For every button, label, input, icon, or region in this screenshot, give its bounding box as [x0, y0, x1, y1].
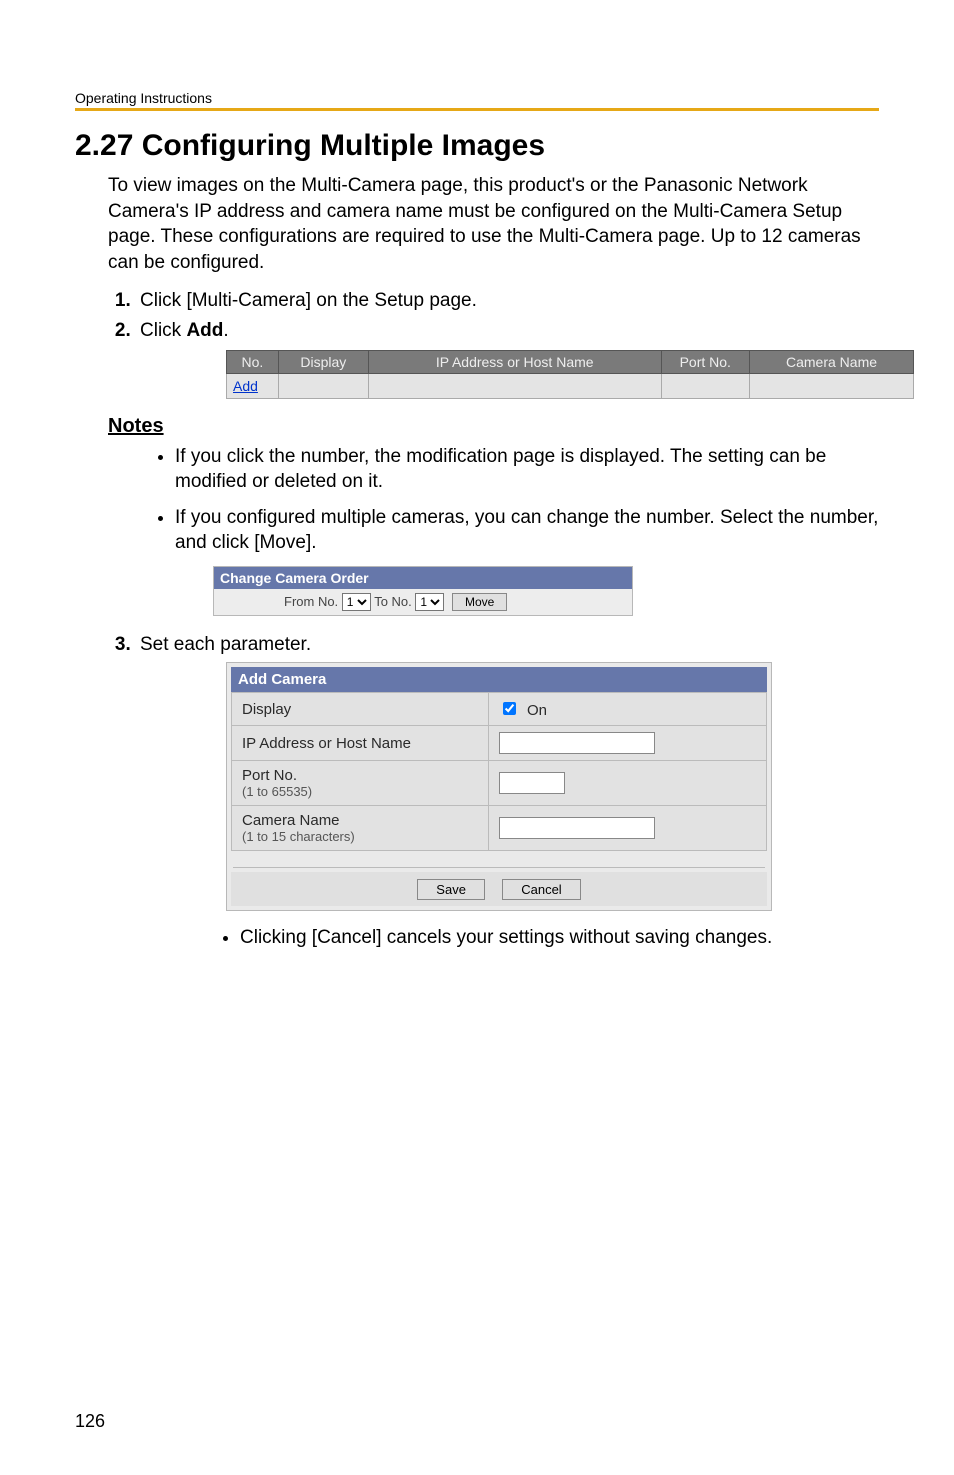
addcam-on-label: On — [527, 702, 547, 719]
step-1: Click [Multi-Camera] on the Setup page. — [136, 290, 879, 312]
step-2-suffix: . — [223, 320, 228, 341]
cancel-note: Clicking [Cancel] cancels your settings … — [240, 927, 879, 949]
add-link[interactable]: Add — [233, 378, 258, 394]
change-camera-order-panel: Change Camera Order From No. 1 To No. 1 … — [213, 566, 633, 616]
save-button[interactable]: Save — [417, 879, 485, 900]
col-no: No. — [227, 350, 279, 373]
addcam-port-label: Port No. — [242, 767, 297, 784]
addcam-port-input[interactable] — [499, 772, 565, 794]
move-button[interactable]: Move — [452, 593, 507, 611]
addcam-divider — [233, 867, 765, 868]
step-2-bold: Add — [186, 320, 223, 341]
col-address: IP Address or Host Name — [368, 350, 661, 373]
notes-heading: Notes — [108, 415, 879, 438]
addcam-addr-input[interactable] — [499, 732, 655, 754]
addcam-name-input[interactable] — [499, 817, 655, 839]
note-1: If you click the number, the modificatio… — [175, 444, 879, 495]
addcam-name-sub: (1 to 15 characters) — [242, 829, 478, 844]
section-title: 2.27 Configuring Multiple Images — [75, 129, 879, 163]
note-2: If you configured multiple cameras, you … — [175, 505, 879, 556]
cancel-button[interactable]: Cancel — [502, 879, 580, 900]
cco-to-select[interactable]: 1 — [415, 593, 444, 611]
addcam-port-sub: (1 to 65535) — [242, 784, 478, 799]
running-header: Operating Instructions — [75, 90, 879, 106]
cco-to-label: To No. — [374, 594, 412, 609]
page-number: 126 — [75, 1411, 105, 1432]
add-camera-panel: Add Camera Display On IP Address or Host… — [226, 662, 772, 911]
addcam-display-checkbox[interactable] — [503, 702, 516, 715]
cco-from-label: From No. — [284, 594, 338, 609]
cco-title: Change Camera Order — [214, 567, 632, 589]
addcam-display-label: Display — [232, 693, 489, 726]
addcam-title: Add Camera — [231, 667, 767, 692]
cco-from-select[interactable]: 1 — [342, 593, 371, 611]
step-3: Set each parameter. Add Camera Display O… — [136, 634, 879, 949]
addcam-addr-label: IP Address or Host Name — [232, 726, 489, 761]
step-3-text: Set each parameter. — [140, 634, 311, 655]
addcam-name-label: Camera Name — [242, 812, 340, 829]
step-2: Click Add. No. Display IP Address or Hos… — [136, 320, 879, 399]
step-2-prefix: Click — [140, 320, 186, 341]
header-rule — [75, 108, 879, 111]
col-camera-name: Camera Name — [750, 350, 914, 373]
camera-list-table: No. Display IP Address or Host Name Port… — [226, 350, 914, 399]
col-port: Port No. — [661, 350, 750, 373]
table-row: Add — [227, 373, 914, 398]
col-display: Display — [278, 350, 368, 373]
intro-paragraph: To view images on the Multi-Camera page,… — [108, 173, 879, 276]
